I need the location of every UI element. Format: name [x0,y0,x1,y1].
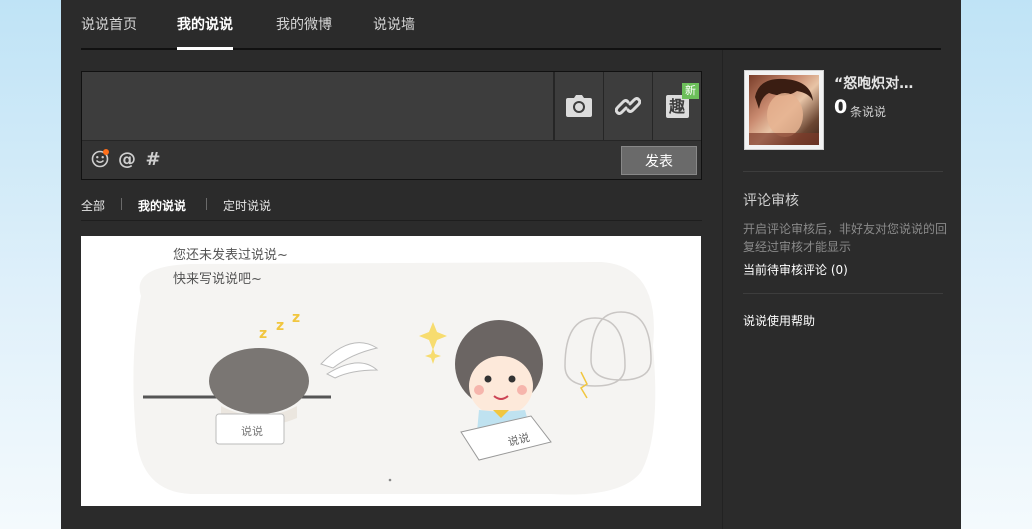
filter-divider [121,198,122,210]
top-nav: 说说首页 我的说说 我的微博 说说墙 [81,0,941,50]
at-button[interactable]: @ [117,150,137,170]
tab-my-weibo[interactable]: 我的微博 [276,14,332,50]
filter-mine[interactable]: 我的说说 [138,197,186,214]
empty-message-line2: 快来写说说吧~ [173,272,262,287]
post-count: 0 [834,96,848,118]
empty-message-line1: 您还未发表过说说~ [173,248,288,263]
camera-button[interactable] [554,72,603,140]
svg-text:z: z [276,318,284,334]
publish-button[interactable]: 发表 [621,146,697,175]
filter-scheduled[interactable]: 定时说说 [223,197,271,214]
link-button[interactable] [603,72,652,140]
composer-toolbar: @ # 发表 [82,140,701,179]
profile-name[interactable]: “怒咆炽对… [834,73,944,93]
main-panel: 说说首页 我的说说 我的微博 说说墙 趣 新 @ # 发表 全部 我的说说 定时… [61,0,961,529]
smiley-button[interactable] [90,149,110,173]
post-composer: 趣 新 @ # 发表 [81,71,702,180]
hashtag-button[interactable]: # [143,150,163,170]
pending-review-link[interactable]: 当前待审核评论 (0) [743,261,848,278]
filter-divider [206,198,207,210]
avatar[interactable] [744,70,824,150]
post-input[interactable] [82,72,554,140]
svg-text:z: z [259,326,267,342]
review-title: 评论审核 [743,193,799,209]
sidebar-divider [743,293,943,294]
tab-my-shuoshuo[interactable]: 我的说说 [177,14,233,50]
review-description: 开启评论审核后，非好友对您说说的回复经过审核才能显示 [743,222,948,254]
link-icon [615,93,641,119]
new-badge: 新 [682,83,699,99]
notify-dot [103,149,109,155]
camera-icon [566,95,592,117]
avatar-photo [749,75,819,145]
tab-shuoshuo-wall[interactable]: 说说墙 [373,14,415,50]
fun-button[interactable]: 趣 新 [652,72,701,140]
svg-text:z: z [292,310,300,326]
filter-bar: 全部 我的说说 定时说说 [81,186,702,221]
paper-label-1: 说说 [241,424,263,438]
filter-all[interactable]: 全部 [81,197,105,214]
empty-state: 说说 z z z 说说 您还未发表过说说~ 快来写说说吧~ [81,236,701,506]
tab-shuoshuo-home[interactable]: 说说首页 [81,14,137,50]
help-link[interactable]: 说说使用帮助 [743,312,815,329]
smiley-icon [91,150,109,173]
post-count-label: 条说说 [850,105,887,119]
sidebar-divider [743,171,943,172]
right-sidebar: “怒咆炽对… 0 条说说 评论审核 开启评论审核后，非好友对您说说的回复经过审核… [722,50,961,529]
